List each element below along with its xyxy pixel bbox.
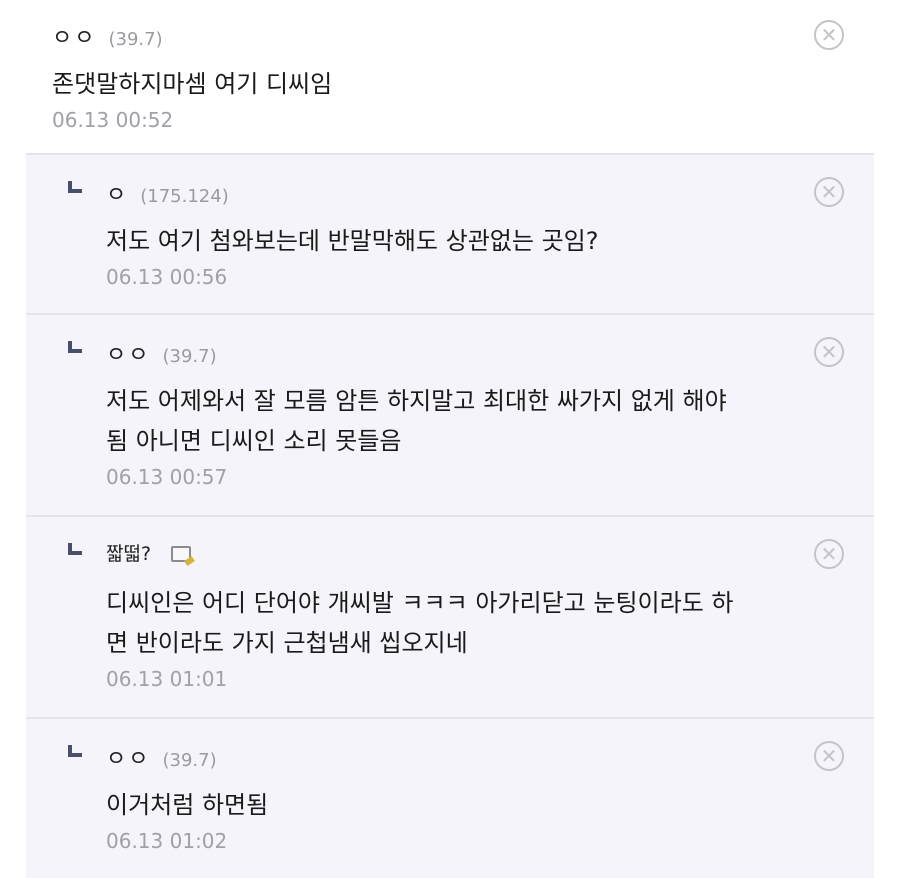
comment-text: 존댓말하지마셈 여기 디씨임 bbox=[52, 70, 333, 98]
reply-arrow-icon bbox=[68, 543, 82, 555]
reply-item: ㅇㅇ (39.7) 저도 어제와서 잘 모름 암튼 하지말고 최대한 싸가지 없… bbox=[26, 313, 874, 515]
comment-text: 저도 여기 첨와보는데 반말막해도 상관없는 곳임? bbox=[106, 227, 599, 255]
comment-text: 이거처럼 하면됨 bbox=[106, 791, 269, 819]
comment-text: 디씨인은 어디 단어야 개씨발 ㅋㅋㅋ 아가리닫고 눈팅이라도 하 면 반이라도… bbox=[106, 589, 734, 657]
comment-nickname[interactable]: ㅇㅇ bbox=[106, 337, 150, 369]
close-circle-icon[interactable]: ✕ bbox=[814, 741, 844, 771]
close-circle-icon[interactable]: ✕ bbox=[814, 177, 844, 207]
comment-meta: 짧떫? bbox=[106, 539, 874, 569]
comment-item: ㅇㅇ (39.7) 존댓말하지마셈 여기 디씨임 06.13 00:52 ✕ bbox=[0, 0, 900, 153]
comment-nickname[interactable]: ㅇㅇ bbox=[52, 20, 96, 52]
reply-item: 짧떫? 디씨인은 어디 단어야 개씨발 ㅋㅋㅋ 아가리닫고 눈팅이라도 하 면 … bbox=[26, 515, 874, 717]
close-circle-icon[interactable]: ✕ bbox=[814, 20, 844, 50]
comment-nickname[interactable]: ㅇㅇ bbox=[106, 741, 150, 773]
comment-ip: (39.7) bbox=[108, 29, 163, 50]
comment-ip: (39.7) bbox=[162, 750, 217, 771]
comment-meta: ㅇ (175.124) bbox=[106, 177, 874, 209]
reply-item: ㅇ (175.124) 저도 여기 첨와보는데 반말막해도 상관없는 곳임? 0… bbox=[26, 153, 874, 313]
close-circle-icon[interactable]: ✕ bbox=[814, 539, 844, 569]
close-circle-icon[interactable]: ✕ bbox=[814, 337, 844, 367]
comment-date: 06.13 00:57 bbox=[106, 465, 228, 489]
reply-arrow-icon bbox=[68, 745, 82, 757]
comment-nickname[interactable]: 짧떫? bbox=[106, 539, 151, 566]
comment-ip: (175.124) bbox=[140, 186, 229, 207]
comment-text: 저도 어제와서 잘 모름 암튼 하지말고 최대한 싸가지 없게 해야 됨 아니면… bbox=[106, 387, 727, 455]
reply-arrow-icon bbox=[68, 181, 82, 193]
comment-meta: ㅇㅇ (39.7) bbox=[52, 20, 900, 52]
comment-thread: ㅇㅇ (39.7) 존댓말하지마셈 여기 디씨임 06.13 00:52 ✕ ㅇ… bbox=[0, 0, 900, 878]
comment-meta: ㅇㅇ (39.7) bbox=[106, 741, 874, 773]
comment-date: 06.13 01:02 bbox=[106, 829, 228, 853]
reply-arrow-icon bbox=[68, 341, 82, 353]
comment-date: 06.13 01:01 bbox=[106, 667, 228, 691]
comment-date: 06.13 00:52 bbox=[52, 108, 174, 132]
comment-date: 06.13 00:56 bbox=[106, 265, 228, 289]
memo-icon bbox=[171, 546, 192, 562]
comment-nickname[interactable]: ㅇ bbox=[106, 177, 128, 209]
comment-meta: ㅇㅇ (39.7) bbox=[106, 337, 874, 369]
comment-ip: (39.7) bbox=[162, 346, 217, 367]
reply-item: ㅇㅇ (39.7) 이거처럼 하면됨 06.13 01:02 ✕ bbox=[26, 717, 874, 878]
